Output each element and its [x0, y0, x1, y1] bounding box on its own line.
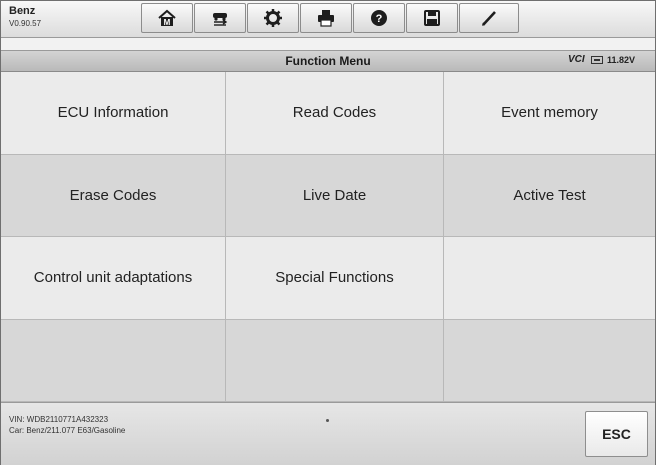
settings-button[interactable] — [247, 3, 299, 33]
menu-active-test[interactable]: Active Test — [444, 154, 655, 237]
app-version: V0.90.57 — [9, 19, 42, 28]
status-footer: VIN: WDB2110771A432323 Car: Benz/211.077… — [1, 402, 655, 465]
home-icon: M — [158, 9, 176, 27]
data-logging-button[interactable] — [459, 3, 519, 33]
function-menu-grid: ECU Information Read Codes Event memory … — [1, 72, 655, 402]
vehicle-swap-button[interactable] — [194, 3, 246, 33]
printer-icon — [318, 10, 334, 27]
svg-text:M: M — [164, 18, 171, 27]
menu-empty-cell — [1, 319, 226, 402]
menu-empty-cell — [226, 319, 444, 402]
battery-icon — [591, 56, 603, 64]
page-indicator-dot — [326, 419, 329, 422]
home-button[interactable]: M — [141, 3, 193, 33]
vin-info: VIN: WDB2110771A432323 — [9, 415, 109, 424]
gear-icon — [264, 9, 282, 27]
save-button[interactable] — [406, 3, 458, 33]
vci-status: VCI — [568, 54, 585, 65]
menu-control-unit-adaptations[interactable]: Control unit adaptations — [1, 237, 226, 320]
app-frame: Benz V0.90.57 M ? Function Menu VCI 11.8… — [0, 0, 656, 465]
menu-read-codes[interactable]: Read Codes — [226, 72, 444, 155]
print-button[interactable] — [300, 3, 352, 33]
menu-special-functions[interactable]: Special Functions — [226, 237, 444, 320]
pen-icon — [482, 11, 496, 26]
car-swap-icon — [213, 13, 228, 26]
save-icon — [424, 10, 440, 26]
menu-live-data[interactable]: Live Date — [226, 154, 444, 237]
menu-erase-codes[interactable]: Erase Codes — [1, 154, 226, 237]
top-toolbar: Benz V0.90.57 M ? — [1, 1, 655, 38]
car-info: Car: Benz/211.077 E63/Gasoline — [9, 426, 126, 435]
svg-text:?: ? — [376, 13, 383, 25]
help-button[interactable]: ? — [353, 3, 405, 33]
title-bar: Function Menu VCI 11.82V — [1, 50, 655, 72]
app-name: Benz — [9, 5, 36, 17]
esc-button[interactable]: ESC — [585, 411, 648, 457]
page-title: Function Menu — [285, 54, 371, 68]
help-icon: ? — [371, 10, 387, 26]
menu-event-memory[interactable]: Event memory — [444, 72, 655, 155]
menu-empty-cell — [444, 237, 655, 320]
menu-ecu-information[interactable]: ECU Information — [1, 72, 226, 155]
menu-empty-cell — [444, 319, 655, 402]
battery-voltage: 11.82V — [607, 55, 636, 65]
